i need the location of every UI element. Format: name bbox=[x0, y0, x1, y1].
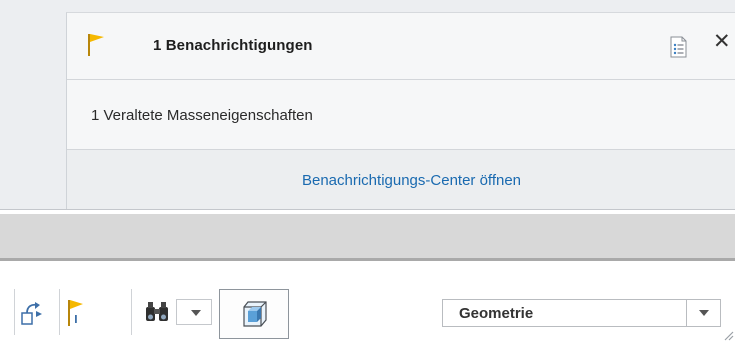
details-list-icon[interactable] bbox=[670, 36, 687, 58]
chevron-down-icon bbox=[191, 310, 201, 316]
chevron-down-icon bbox=[699, 310, 709, 316]
notification-item[interactable]: 1 Veraltete Masseneigenschaften bbox=[67, 80, 735, 150]
view-style-button[interactable] bbox=[219, 289, 289, 339]
geometry-filter-select[interactable]: Geometrie bbox=[442, 299, 721, 327]
toolbar-separator bbox=[14, 289, 15, 335]
open-notification-center-link[interactable]: Benachrichtigungs-Center öffnen bbox=[302, 172, 521, 189]
toolbar-separator bbox=[59, 289, 60, 335]
divider bbox=[0, 209, 735, 210]
notification-flag-icon[interactable] bbox=[67, 299, 85, 327]
notification-header: 1 Benachrichtigungen ✕ bbox=[67, 13, 735, 80]
bottom-toolbar: Geometrie bbox=[0, 261, 735, 346]
close-icon[interactable]: ✕ bbox=[713, 31, 731, 52]
find-dropdown-button[interactable] bbox=[176, 299, 212, 325]
regenerate-arrow-icon[interactable] bbox=[20, 301, 44, 327]
binoculars-find-icon[interactable] bbox=[144, 301, 170, 323]
flag-icon bbox=[88, 34, 104, 56]
resize-grip-icon[interactable] bbox=[722, 329, 734, 341]
select-value: Geometrie bbox=[459, 305, 534, 322]
notification-title: 1 Benachrichtigungen bbox=[153, 37, 313, 54]
toolbar-separator bbox=[131, 289, 132, 335]
status-band bbox=[0, 214, 735, 258]
notification-footer: Benachrichtigungs-Center öffnen bbox=[67, 150, 735, 210]
left-strip bbox=[0, 0, 66, 210]
select-arrow[interactable] bbox=[686, 300, 720, 326]
cube-view-icon bbox=[243, 301, 267, 327]
notification-popup: 1 Benachrichtigungen ✕ 1 Veraltete Masse… bbox=[66, 12, 735, 210]
notification-item-label: 1 Veraltete Masseneigenschaften bbox=[91, 107, 313, 124]
